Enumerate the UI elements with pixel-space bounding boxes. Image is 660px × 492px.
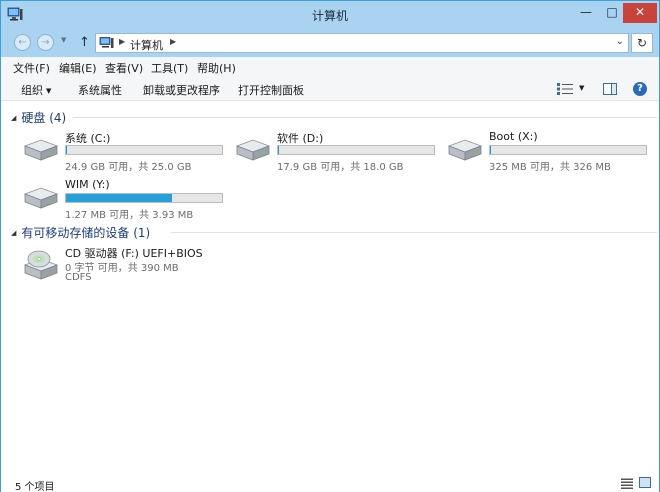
hard-drive-icon <box>447 139 483 161</box>
organize-label: 组织 <box>21 84 43 97</box>
system-properties-button[interactable]: 系统属性 <box>78 82 122 98</box>
menu-file[interactable]: 文件(F) <box>13 60 50 76</box>
up-button[interactable]: ↑ <box>79 35 90 50</box>
group-header-removable[interactable]: ◢ 有可移动存储的设备 (1) <box>11 224 150 241</box>
minimize-button[interactable]: — <box>575 3 597 23</box>
address-bar[interactable]: ▶ 计算机 ▶ ⌄ <box>95 33 629 53</box>
breadcrumb-chevron-icon[interactable]: ▶ <box>119 37 125 46</box>
menu-bar: 文件(F) 编辑(E) 查看(V) 工具(T) 帮助(H) <box>1 57 659 77</box>
file-system-label: CDFS <box>65 272 92 283</box>
drive-name: 软件 (D:) <box>277 132 324 145</box>
group-header-hard-disks[interactable]: ◢ 硬盘 (4) <box>11 109 66 126</box>
recent-locations-chevron-icon[interactable]: ▼ <box>61 36 66 44</box>
view-options-chevron-icon[interactable]: ▼ <box>579 84 584 92</box>
cd-drive-icon <box>23 250 59 280</box>
breadcrumb-computer[interactable]: 计算机 <box>130 37 163 53</box>
drive-name: Boot (X:) <box>489 130 538 143</box>
forward-button[interactable]: → <box>37 34 54 51</box>
group-divider <box>73 117 657 118</box>
drive-f-cd[interactable]: CD 驱动器 (F:) UEFI+BIOS 0 字节 可用，共 390 MB C… <box>21 245 226 287</box>
navigation-bar: ← → ▼ ↑ ▶ 计算机 ▶ ⌄ ↻ <box>1 29 659 57</box>
drive-d[interactable]: 软件 (D:) 17.9 GB 可用，共 18.0 GB <box>233 130 438 174</box>
menu-help[interactable]: 帮助(H) <box>197 60 236 76</box>
computer-icon <box>99 37 114 48</box>
menu-tools[interactable]: 工具(T) <box>151 60 188 76</box>
group-title: 硬盘 (4) <box>21 111 67 125</box>
usage-bar <box>65 193 223 203</box>
breadcrumb-chevron-icon[interactable]: ▶ <box>170 37 176 46</box>
status-bar: 5 个项目 <box>1 475 659 492</box>
drive-c[interactable]: 系统 (C:) 24.9 GB 可用，共 25.0 GB <box>21 130 226 174</box>
item-count: 5 个项目 <box>15 482 55 492</box>
large-icons-view-icon[interactable] <box>639 477 651 488</box>
usage-fill <box>490 146 491 154</box>
collapse-triangle-icon[interactable]: ◢ <box>11 229 16 237</box>
menu-edit[interactable]: 编辑(E) <box>59 60 97 76</box>
drive-space-info: 24.9 GB 可用，共 25.0 GB <box>65 162 192 173</box>
refresh-button[interactable]: ↻ <box>631 33 653 53</box>
window-title: 计算机 <box>311 9 348 23</box>
help-icon[interactable]: ? <box>633 82 647 96</box>
hard-drive-icon <box>23 187 59 209</box>
address-dropdown-chevron-icon[interactable]: ⌄ <box>616 36 624 47</box>
drive-space-info: 17.9 GB 可用，共 18.0 GB <box>277 162 404 173</box>
group-title: 有可移动存储的设备 (1) <box>21 226 151 240</box>
hard-drive-icon <box>23 139 59 161</box>
maximize-button[interactable]: □ <box>601 3 623 23</box>
organize-button[interactable]: 组织 ▼ <box>21 82 51 98</box>
open-control-panel-button[interactable]: 打开控制面板 <box>238 82 304 98</box>
change-view-icon[interactable] <box>557 83 573 95</box>
title-bar[interactable]: 计算机 — □ ✕ <box>1 1 659 29</box>
back-button[interactable]: ← <box>14 34 31 51</box>
usage-fill <box>278 146 279 154</box>
close-button[interactable]: ✕ <box>623 3 657 23</box>
preview-pane-icon[interactable] <box>603 83 617 95</box>
usage-fill <box>66 146 67 154</box>
collapse-triangle-icon[interactable]: ◢ <box>11 114 16 122</box>
drive-name: 系统 (C:) <box>65 132 111 145</box>
chevron-down-icon: ▼ <box>46 87 52 95</box>
command-bar: 组织 ▼ 系统属性 卸载或更改程序 打开控制面板 ▼ ? <box>1 77 659 101</box>
menu-view[interactable]: 查看(V) <box>105 60 143 76</box>
usage-bar <box>65 145 223 155</box>
hard-drive-icon <box>235 139 271 161</box>
usage-fill <box>66 194 172 202</box>
drive-space-info: 1.27 MB 可用，共 3.93 MB <box>65 210 194 221</box>
drive-name: WIM (Y:) <box>65 178 110 191</box>
drive-x[interactable]: Boot (X:) 325 MB 可用，共 326 MB <box>445 130 650 174</box>
usage-bar <box>489 145 647 155</box>
group-divider <box>171 232 657 233</box>
explorer-window: 计算机 — □ ✕ ← → ▼ ↑ ▶ 计算机 ▶ ⌄ ↻ 文件(F) 编辑(E… <box>0 0 660 492</box>
details-view-icon[interactable] <box>621 478 633 489</box>
drive-space-info: 325 MB 可用，共 326 MB <box>489 162 611 173</box>
usage-bar <box>277 145 435 155</box>
drive-y[interactable]: WIM (Y:) 1.27 MB 可用，共 3.93 MB <box>21 178 226 222</box>
uninstall-program-button[interactable]: 卸载或更改程序 <box>143 82 220 98</box>
